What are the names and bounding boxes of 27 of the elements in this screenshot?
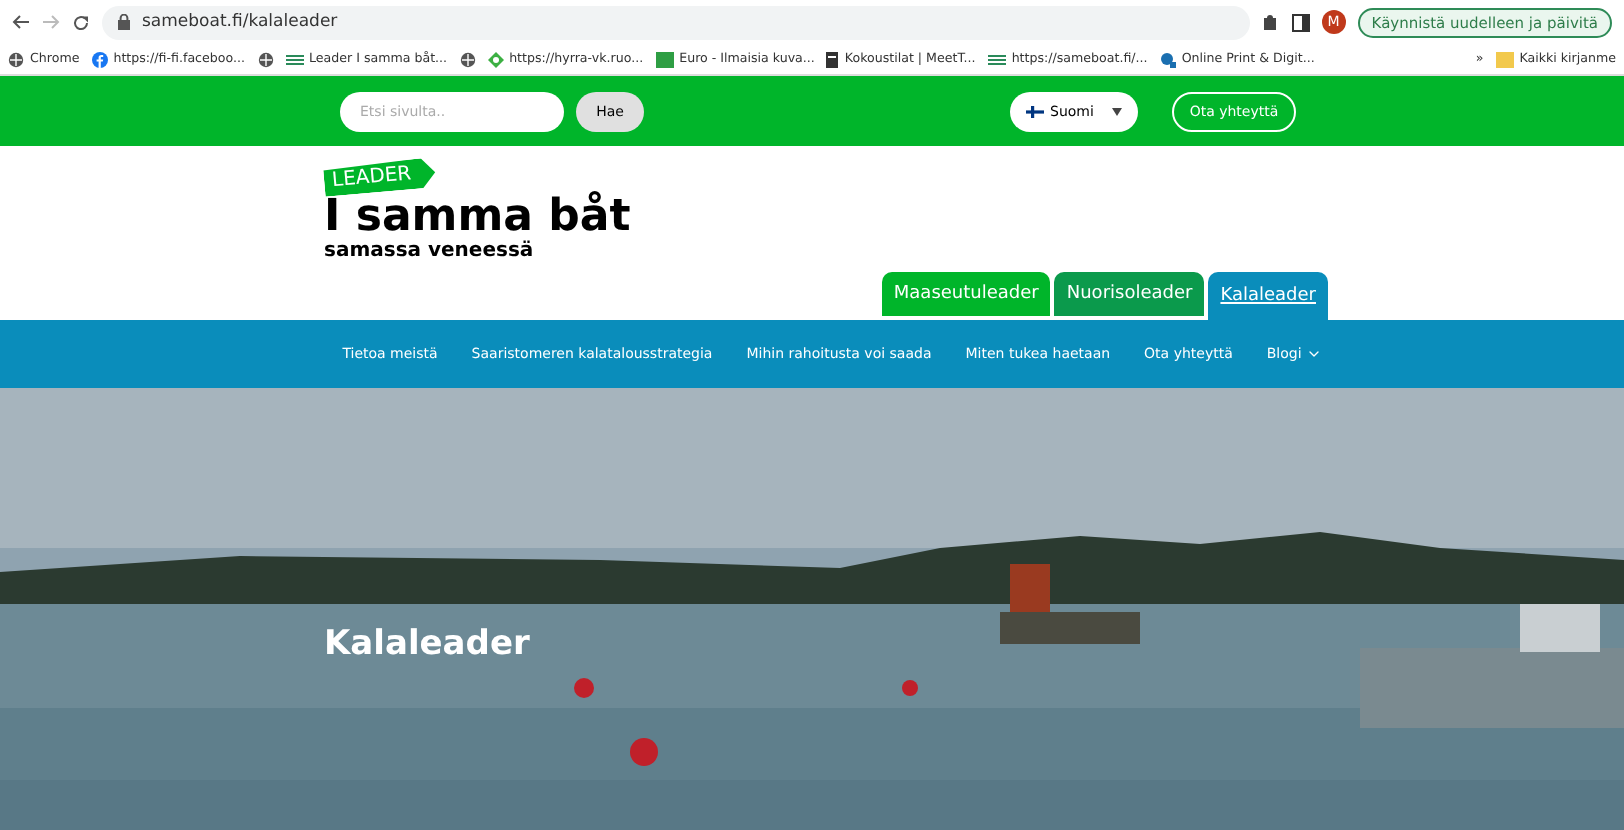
site-title: I samma båt (324, 196, 631, 240)
site-tab[interactable]: Kalaleader (1208, 272, 1328, 320)
document-icon (826, 51, 839, 67)
back-icon[interactable] (12, 14, 30, 30)
bookmark[interactable] (257, 51, 273, 67)
waves-icon (285, 53, 303, 65)
site-subtitle: samassa veneessä (324, 240, 536, 262)
bookmark[interactable] (459, 51, 476, 67)
facebook-icon (91, 51, 108, 67)
caret-icon (1112, 107, 1122, 115)
globe-icon (459, 51, 476, 67)
image-site-icon (655, 51, 674, 67)
leaf-icon (487, 51, 504, 67)
site-tab[interactable]: Nuorisoleader (1054, 272, 1205, 316)
lock-icon (118, 14, 130, 30)
waves-icon (987, 53, 1006, 65)
address-bar[interactable]: sameboat.fi/kalaleader (102, 5, 1250, 39)
logo-badge: LEADER (322, 157, 437, 197)
folder-icon (1495, 51, 1514, 67)
url-text: sameboat.fi/kalaleader (142, 12, 338, 32)
print-icon (1159, 51, 1176, 67)
reload-icon[interactable] (72, 13, 90, 31)
hero-title: Kalaleader (324, 624, 530, 664)
globe-icon (8, 51, 24, 67)
globe-icon (257, 51, 273, 67)
flag-icon (1026, 105, 1044, 117)
side-panel-icon[interactable] (1291, 13, 1310, 31)
